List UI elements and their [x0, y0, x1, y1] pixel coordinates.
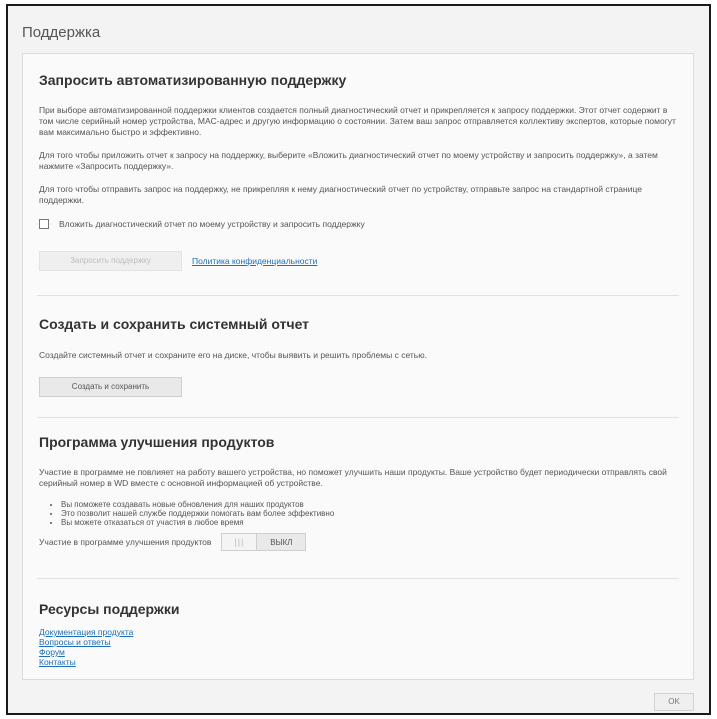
faq-link[interactable]: Вопросы и ответы [39, 637, 679, 647]
contacts-link[interactable]: Контакты [39, 657, 679, 667]
toggle-state-label: ВЫКЛ [270, 537, 293, 547]
improvement-title: Программа улучшения продуктов [39, 434, 275, 450]
system-report-section: Создать и сохранить системный отчет Созд… [39, 316, 679, 397]
improvement-toggle-label: Участие в программе улучшения продуктов [39, 537, 212, 547]
support-panel: Запросить автоматизированную поддержку П… [22, 53, 694, 680]
improvement-toggle[interactable]: ||| ВЫКЛ [221, 533, 307, 551]
resource-links: Документация продукта Вопросы и ответы Ф… [39, 627, 679, 667]
attach-report-row: Вложить диагностический отчет по моему у… [39, 219, 679, 229]
attach-report-checkbox[interactable] [39, 219, 49, 229]
auto-support-description: При выборе автоматизированной поддержки … [39, 105, 676, 137]
resources-section: Ресурсы поддержки Документация продукта … [39, 601, 679, 667]
forum-link[interactable]: Форум [39, 647, 679, 657]
auto-support-standard-info: Для того чтобы отправить запрос на подде… [39, 184, 642, 205]
section-divider [37, 578, 679, 579]
ok-button[interactable]: OK [654, 693, 694, 711]
improvement-section: Программа улучшения продуктов Участие в … [39, 434, 679, 551]
list-item: Это позволит нашей службе поддержки помо… [61, 509, 679, 518]
attach-report-label: Вложить диагностический отчет по моему у… [59, 219, 365, 229]
resources-title: Ресурсы поддержки [39, 601, 180, 617]
support-dialog: Поддержка Запросить автоматизированную п… [6, 4, 711, 715]
auto-support-section: Запросить автоматизированную поддержку П… [39, 72, 679, 271]
auto-support-attach-info: Для того чтобы приложить отчет к запросу… [39, 150, 658, 171]
auto-support-title: Запросить автоматизированную поддержку [39, 72, 347, 88]
privacy-policy-link[interactable]: Политика конфиденциальности [192, 256, 317, 266]
system-report-description: Создайте системный отчет и сохраните его… [39, 350, 427, 360]
list-item: Вы можете отказаться от участия в любое … [61, 518, 679, 527]
improvement-toggle-row: Участие в программе улучшения продуктов … [39, 533, 679, 551]
create-save-report-button[interactable]: Создать и сохранить [39, 377, 182, 397]
list-item: Вы поможете создавать новые обновления д… [61, 500, 679, 509]
system-report-title: Создать и сохранить системный отчет [39, 316, 310, 332]
improvement-benefits-list: Вы поможете создавать новые обновления д… [39, 500, 679, 527]
section-divider [37, 295, 679, 296]
section-divider [37, 417, 679, 418]
auto-support-actions: Запросить поддержку Политика конфиденциа… [39, 251, 679, 271]
improvement-description: Участие в программе не повлияет на работ… [39, 467, 667, 488]
toggle-grip-icon: ||| [222, 534, 258, 550]
request-support-button[interactable]: Запросить поддержку [39, 251, 182, 271]
product-docs-link[interactable]: Документация продукта [39, 627, 679, 637]
dialog-title: Поддержка [22, 24, 101, 41]
